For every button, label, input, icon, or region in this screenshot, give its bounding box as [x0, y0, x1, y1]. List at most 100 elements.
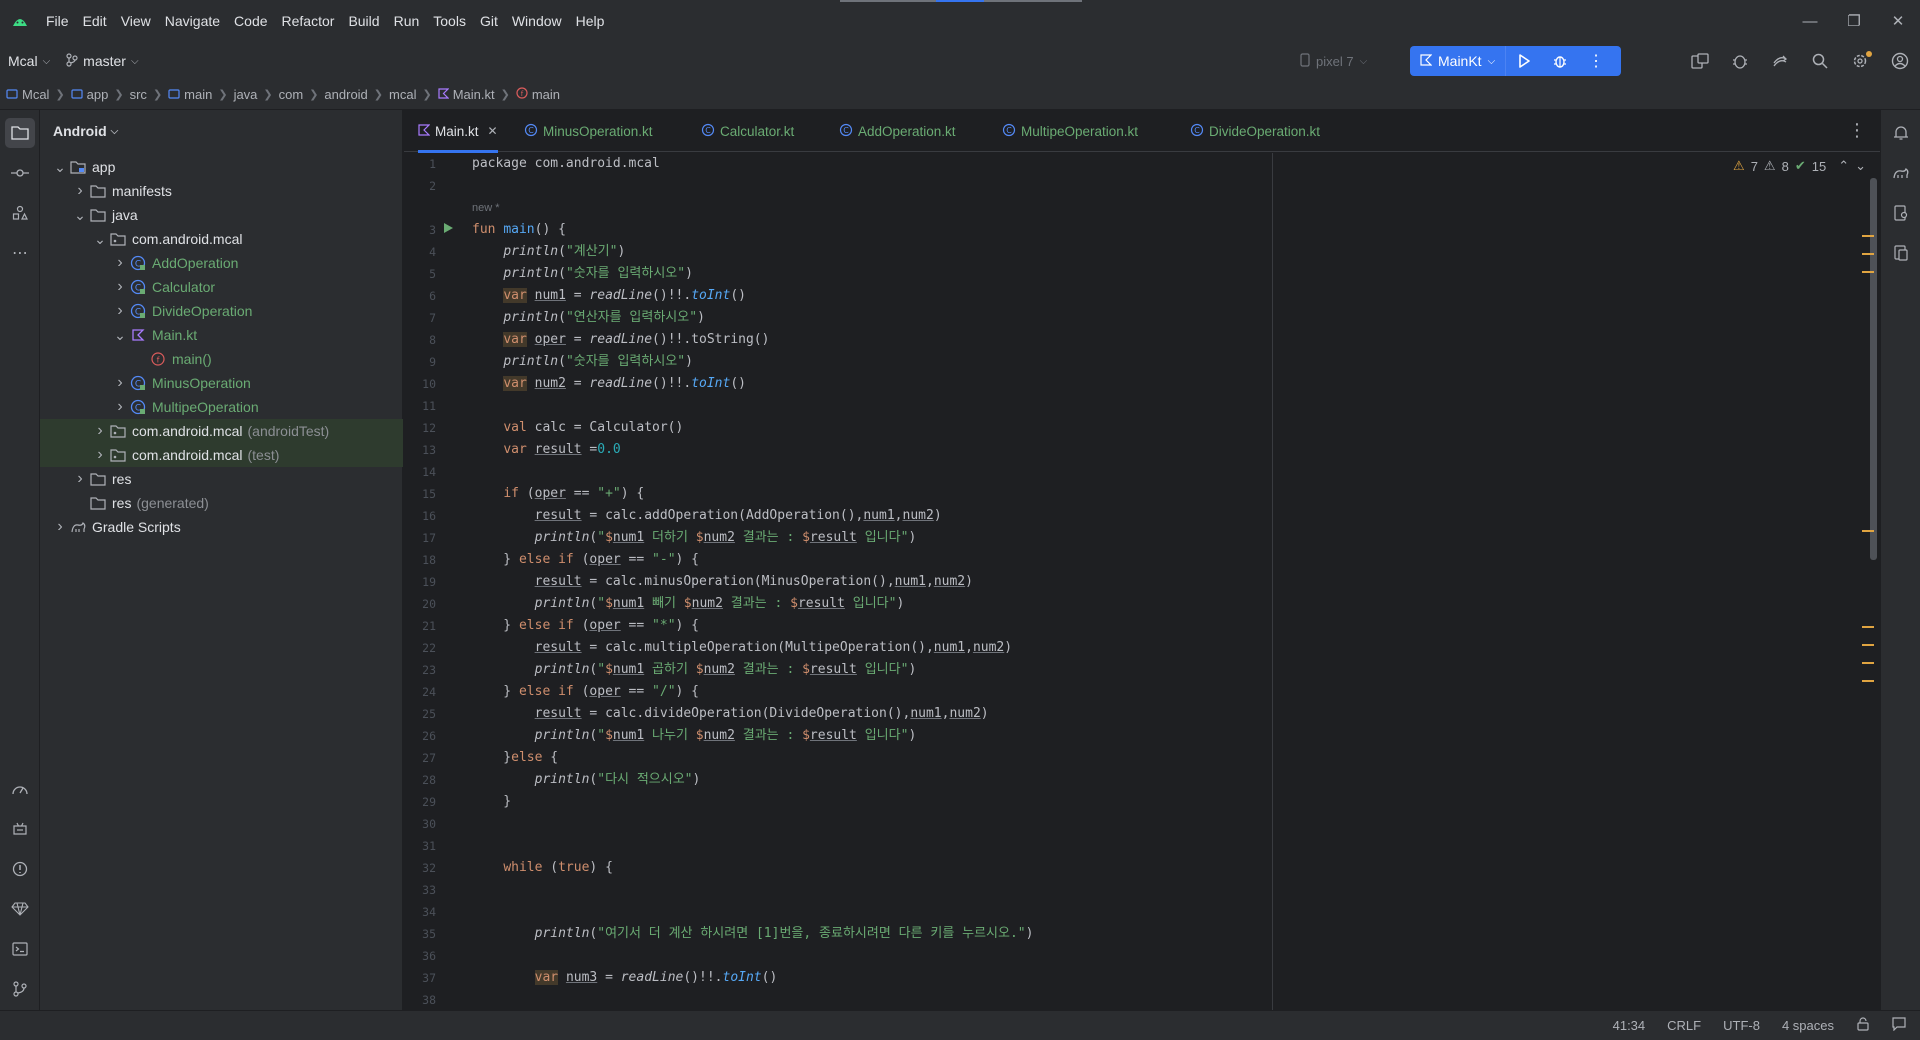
breadcrumb-item[interactable]: android — [324, 87, 367, 102]
gradle-icon[interactable] — [1886, 158, 1916, 188]
menu-code[interactable]: Code — [228, 9, 273, 33]
tree-node[interactable]: › com.android.mcal (androidTest) — [40, 419, 403, 443]
menu-run[interactable]: Run — [388, 9, 426, 33]
menu-view[interactable]: View — [115, 9, 157, 33]
tree-node[interactable]: › C MultipeOperation — [40, 395, 403, 419]
breadcrumb-item[interactable]: Mcal — [6, 87, 49, 102]
tree-node[interactable]: ⌄ Main.kt — [40, 323, 403, 347]
run-gutter-icon[interactable] — [442, 222, 456, 236]
breadcrumb-item[interactable]: Main.kt — [438, 87, 495, 102]
collapse-arrow-icon[interactable]: › — [112, 278, 128, 296]
account-icon[interactable] — [1880, 42, 1920, 80]
project-folder-icon[interactable] — [5, 118, 35, 148]
tree-node[interactable]: › C DivideOperation — [40, 299, 403, 323]
tree-node[interactable]: › com.android.mcal (test) — [40, 443, 403, 467]
chat-icon[interactable] — [1892, 1017, 1906, 1034]
breadcrumb-item[interactable]: com — [279, 87, 304, 102]
editor-tab[interactable]: Main.kt ✕ — [418, 110, 498, 153]
breadcrumb-item[interactable]: app — [71, 87, 108, 102]
editor-tab[interactable]: C MultipeOperation.kt — [1002, 110, 1138, 152]
expand-arrow-icon[interactable]: ⌄ — [92, 231, 108, 248]
tree-node[interactable]: res (generated) — [40, 491, 403, 515]
notifications-bell-icon[interactable] — [1886, 118, 1916, 148]
menu-refactor[interactable]: Refactor — [276, 9, 341, 33]
inspection-widget[interactable]: ⚠ 7 ⚠ 8 ✔ 15 ⌃ ⌄ — [1733, 158, 1866, 174]
collapse-arrow-icon[interactable]: › — [72, 470, 88, 488]
project-selector[interactable]: Mcal ⌵ — [0, 47, 58, 75]
error-stripe-mark[interactable] — [1862, 530, 1874, 532]
device-manager-icon[interactable] — [1680, 42, 1720, 80]
collapse-arrow-icon[interactable]: › — [92, 446, 108, 464]
tree-node[interactable]: ⌄ java — [40, 203, 403, 227]
error-stripe-mark[interactable] — [1862, 644, 1874, 646]
code-area[interactable]: package com.android.mcal new * fun main(… — [472, 153, 1672, 1010]
tree-node[interactable]: f main() — [40, 347, 403, 371]
indent-setting[interactable]: 4 spaces — [1782, 1018, 1834, 1033]
error-stripe-mark[interactable] — [1862, 626, 1874, 628]
lock-icon[interactable] — [1856, 1017, 1870, 1034]
run-config-selector[interactable]: MainKt ⌵ — [1410, 46, 1507, 76]
device-selector[interactable]: pixel 7 ⌵ — [1300, 47, 1367, 75]
editor-tab[interactable]: C DivideOperation.kt — [1190, 110, 1320, 152]
line-separator[interactable]: CRLF — [1667, 1018, 1701, 1033]
code-vision-hint[interactable]: new * — [472, 197, 500, 219]
tabs-more-icon[interactable]: ⋮ — [1848, 120, 1866, 141]
search-icon[interactable] — [1800, 42, 1840, 80]
minimize-icon[interactable]: — — [1788, 0, 1832, 42]
editor-tab[interactable]: C AddOperation.kt — [839, 110, 956, 152]
editor-tab[interactable]: C MinusOperation.kt — [524, 110, 653, 152]
branch-selector[interactable]: master ⌵ — [58, 47, 146, 75]
error-stripe-mark[interactable] — [1862, 235, 1874, 237]
breadcrumb-item[interactable]: f main — [516, 87, 560, 102]
project-view-selector[interactable]: Android ⌵ — [40, 110, 402, 152]
menu-tools[interactable]: Tools — [427, 9, 472, 33]
tree-node[interactable]: › C AddOperation — [40, 251, 403, 275]
collapse-arrow-icon[interactable]: › — [112, 374, 128, 392]
expand-arrow-icon[interactable]: ⌄ — [112, 327, 128, 344]
expand-arrow-icon[interactable]: ⌄ — [52, 159, 68, 176]
menu-git[interactable]: Git — [474, 9, 504, 33]
tree-node[interactable]: › C Calculator — [40, 275, 403, 299]
caret-position[interactable]: 41:34 — [1613, 1018, 1646, 1033]
breadcrumb-item[interactable]: mcal — [389, 87, 416, 102]
menu-window[interactable]: Window — [506, 9, 568, 33]
menu-file[interactable]: File — [40, 9, 75, 33]
profiler-icon[interactable] — [5, 774, 35, 804]
expand-arrow-icon[interactable]: ⌄ — [72, 207, 88, 224]
terminal-icon[interactable] — [5, 934, 35, 964]
device-explorer-icon[interactable] — [1886, 198, 1916, 228]
tree-node[interactable]: › Gradle Scripts — [40, 515, 403, 539]
settings-gear-icon[interactable] — [1840, 42, 1880, 80]
prev-highlight-icon[interactable]: ⌃ — [1838, 158, 1849, 174]
tree-node[interactable]: ⌄ com.android.mcal — [40, 227, 403, 251]
breadcrumb-item[interactable]: main — [168, 87, 212, 102]
collapse-arrow-icon[interactable]: › — [112, 254, 128, 272]
tree-node[interactable]: ⌄ app — [40, 155, 403, 179]
tree-node[interactable]: › res — [40, 467, 403, 491]
collapse-arrow-icon[interactable]: › — [52, 518, 68, 536]
more-tool-windows-icon[interactable]: ⋯ — [5, 238, 35, 268]
file-encoding[interactable]: UTF-8 — [1723, 1018, 1760, 1033]
menu-build[interactable]: Build — [342, 9, 385, 33]
app-inspection-icon[interactable] — [1720, 42, 1760, 80]
tree-node[interactable]: › C MinusOperation — [40, 371, 403, 395]
collapse-arrow-icon[interactable]: › — [112, 302, 128, 320]
collapse-arrow-icon[interactable]: › — [92, 422, 108, 440]
commit-icon[interactable] — [5, 158, 35, 188]
close-tab-icon[interactable]: ✕ — [488, 124, 498, 138]
menu-help[interactable]: Help — [570, 9, 611, 33]
run-button[interactable] — [1506, 46, 1542, 76]
sync-gradle-icon[interactable] — [1760, 42, 1800, 80]
collapse-arrow-icon[interactable]: › — [112, 398, 128, 416]
resource-manager-icon[interactable] — [5, 198, 35, 228]
error-stripe-mark[interactable] — [1862, 271, 1874, 273]
debug-button[interactable] — [1542, 46, 1578, 76]
restore-icon[interactable]: ❐ — [1832, 0, 1876, 42]
problems-icon[interactable] — [5, 854, 35, 884]
logcat-icon[interactable] — [5, 814, 35, 844]
breadcrumb-item[interactable]: src — [130, 87, 147, 102]
editor-tab[interactable]: C Calculator.kt — [701, 110, 794, 152]
error-stripe-mark[interactable] — [1862, 680, 1874, 682]
close-icon[interactable]: ✕ — [1876, 0, 1920, 42]
version-control-icon[interactable] — [5, 974, 35, 1004]
